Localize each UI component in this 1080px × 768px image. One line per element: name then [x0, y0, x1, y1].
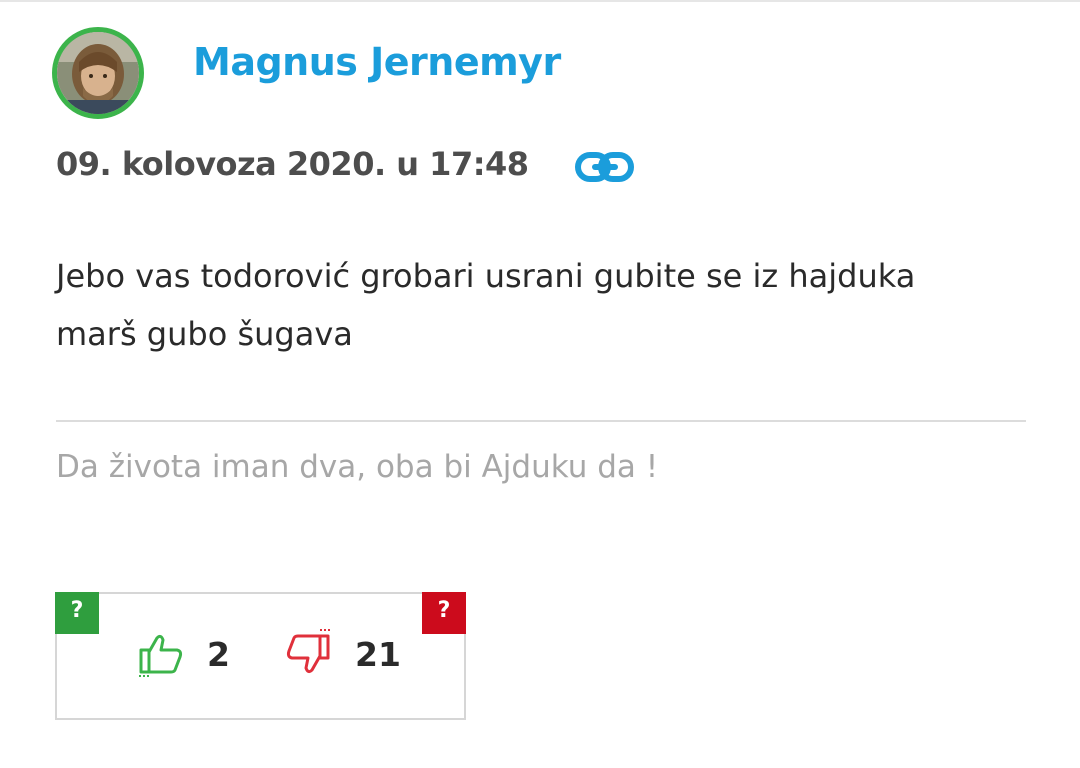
thumbs-down-icon[interactable] — [284, 628, 332, 676]
user-signature: Da života iman dva, oba bi Ajduku da ! — [56, 449, 659, 485]
avatar-photo — [57, 32, 139, 114]
top-divider — [0, 0, 1080, 2]
dislike-help-button[interactable]: ? — [422, 592, 466, 634]
author-name[interactable]: Magnus Jernemyr — [193, 40, 561, 84]
like-help-button[interactable]: ? — [55, 592, 99, 634]
comment-text: Jebo vas todorović grobari usrani gubite… — [56, 247, 1036, 363]
comment-text-line: marš gubo šugava — [56, 315, 353, 353]
vote-box: ? ? 2 21 — [55, 592, 466, 720]
comment-text-line: Jebo vas todorović grobari usrani gubite… — [56, 257, 916, 295]
thumbs-up-icon[interactable] — [137, 630, 185, 678]
dislikes-count: 21 — [355, 635, 401, 674]
comment-date: 09. kolovoza 2020. u 17:48 — [56, 145, 529, 183]
signature-divider — [56, 420, 1026, 422]
link-icon[interactable] — [574, 150, 636, 186]
avatar[interactable] — [52, 27, 144, 119]
likes-count: 2 — [207, 635, 230, 674]
